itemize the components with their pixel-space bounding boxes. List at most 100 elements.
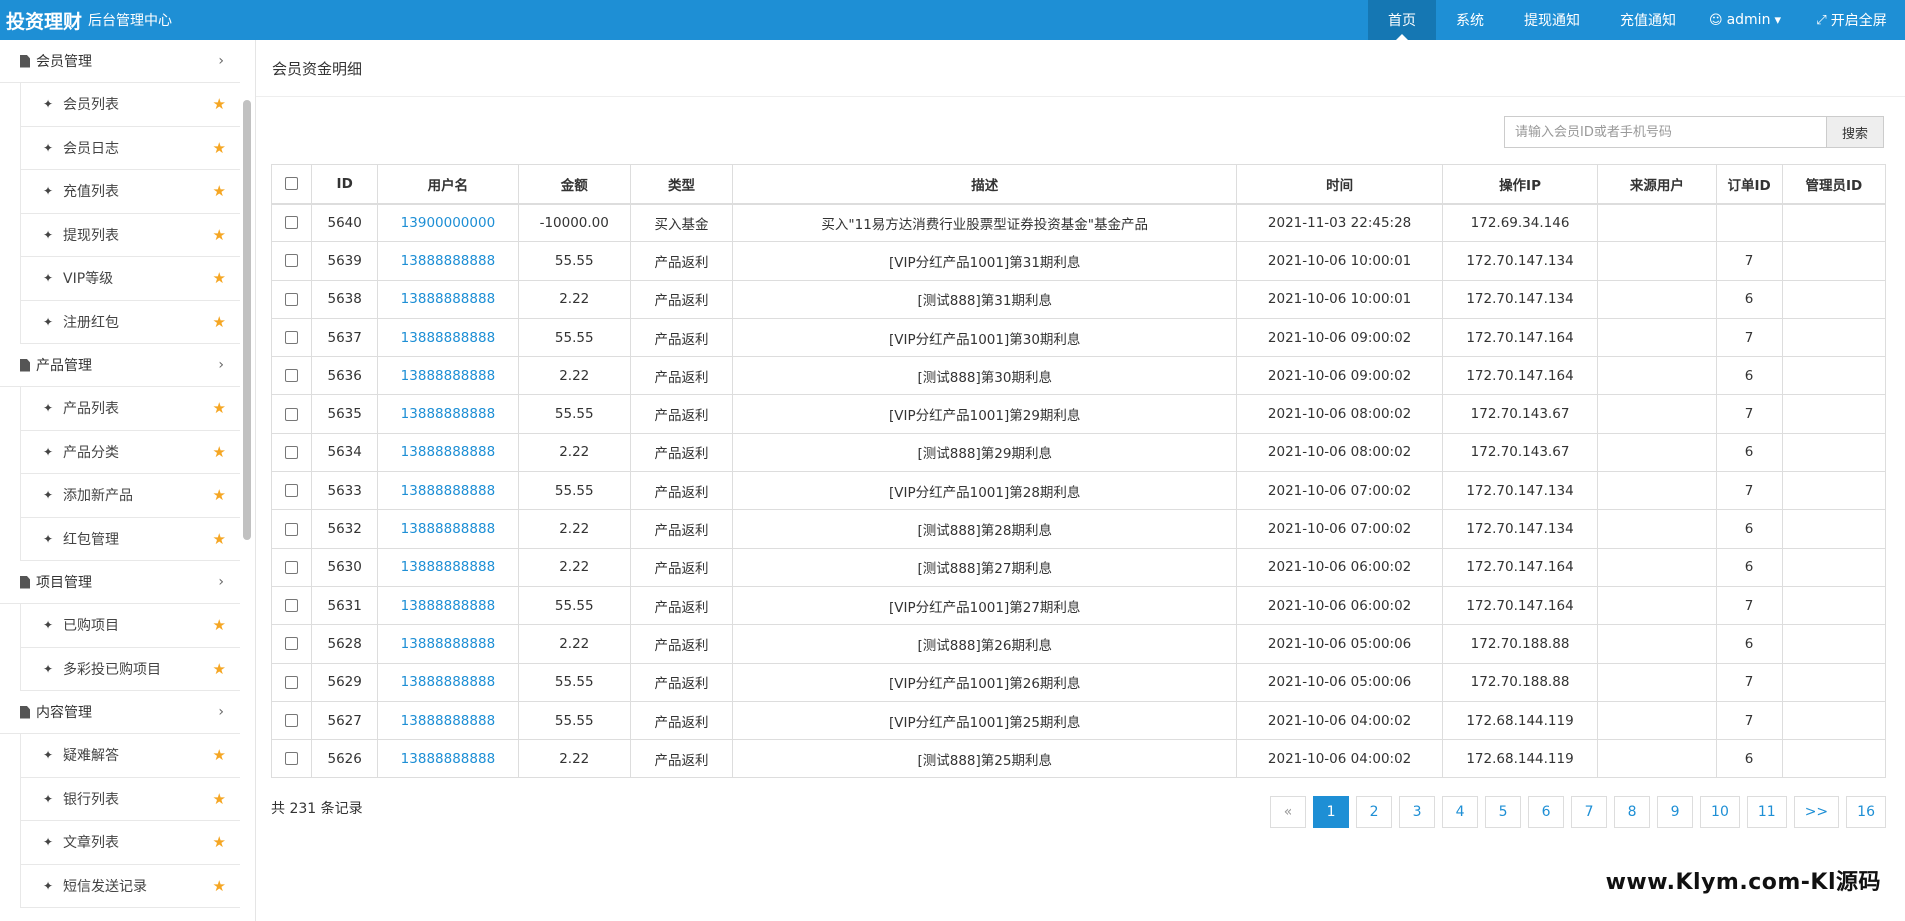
pagination-page[interactable]: 10 <box>1700 796 1740 828</box>
star-icon[interactable]: ★ <box>213 660 226 678</box>
sidebar-item[interactable]: ✦ 文章列表 ★ <box>20 821 240 865</box>
username-link[interactable]: 13888888888 <box>377 662 519 702</box>
table-row: 5640 13900000000 -10000.00 买入基金 买入"11易方达消费行业… <box>270 202 1887 243</box>
row-checkbox[interactable] <box>285 675 299 689</box>
row-checkbox[interactable] <box>285 216 299 230</box>
sidebar-item[interactable]: ✦ 注册红包 ★ <box>20 300 240 344</box>
sidebar-group-0[interactable]: 会员管理 › <box>0 40 240 83</box>
username-link[interactable]: 13888888888 <box>377 624 519 664</box>
sidebar: 会员管理 › ✦ 会员列表 ★ ✦ 会员日志 ★ ✦ 充值列表 ★ ✦ 提现列表 ★ ✦ VIP等级 ★ ✦ 注册红… <box>0 40 256 921</box>
pagination-next[interactable]: >> <box>1793 796 1840 828</box>
topnav-item-0[interactable]: 首页 <box>1368 0 1436 40</box>
star-icon[interactable]: ★ <box>213 833 226 851</box>
star-icon[interactable]: ★ <box>213 399 226 417</box>
star-icon[interactable]: ★ <box>213 226 226 244</box>
row-checkbox[interactable] <box>285 331 299 345</box>
table-cell <box>1597 241 1717 281</box>
row-checkbox[interactable] <box>285 599 299 613</box>
username-link[interactable]: 13888888888 <box>377 509 519 549</box>
star-icon[interactable]: ★ <box>213 139 226 157</box>
star-icon[interactable]: ★ <box>213 182 226 200</box>
table-header-row: ID 用户名 金额 类型 描述 时间 操作IP 来源用户 订单ID 管理员ID <box>270 164 1887 205</box>
sidebar-group-2[interactable]: 项目管理 › <box>0 561 240 604</box>
select-all-checkbox[interactable] <box>285 177 299 191</box>
row-checkbox[interactable] <box>285 254 299 268</box>
sidebar-item[interactable]: ✦ 产品分类 ★ <box>20 430 240 474</box>
sidebar-group-3[interactable]: 内容管理 › <box>0 691 240 734</box>
sidebar-item[interactable]: ✦ 红包管理 ★ <box>20 517 240 561</box>
star-icon[interactable]: ★ <box>213 486 226 504</box>
row-checkbox[interactable] <box>285 637 299 651</box>
row-checkbox[interactable] <box>285 369 299 383</box>
sidebar-item[interactable]: ✦ 疑难解答 ★ <box>20 734 240 778</box>
star-icon[interactable]: ★ <box>213 616 226 634</box>
username-link[interactable]: 13888888888 <box>377 356 519 396</box>
star-icon[interactable]: ★ <box>213 269 226 287</box>
row-checkbox[interactable] <box>285 407 299 421</box>
pagination-page[interactable]: 2 <box>1356 796 1393 828</box>
pagination-page[interactable]: 11 <box>1746 796 1787 828</box>
pagination-page[interactable]: 9 <box>1657 796 1694 828</box>
username-link[interactable]: 13888888888 <box>377 432 519 473</box>
table-cell: 5627 <box>311 700 379 741</box>
sidebar-item[interactable]: ✦ 多彩投已购项目 ★ <box>20 647 240 691</box>
sidebar-item[interactable]: ✦ 已购项目 ★ <box>20 604 240 648</box>
table-cell: 5629 <box>311 662 379 702</box>
username-link[interactable]: 13888888888 <box>377 241 519 281</box>
pagination-prev[interactable]: « <box>1270 796 1307 828</box>
topnav-item-4[interactable]: ☺ admin ▾ <box>1696 0 1798 40</box>
pagination-page[interactable]: 6 <box>1528 796 1565 828</box>
pagination-last[interactable]: 16 <box>1846 796 1886 828</box>
sidebar-item[interactable]: ✦ 添加新产品 ★ <box>20 474 240 518</box>
search-input[interactable] <box>1504 116 1827 148</box>
username-link[interactable]: 13888888888 <box>377 547 519 587</box>
search-button[interactable]: 搜索 <box>1827 116 1884 148</box>
sidebar-item[interactable]: ✦ 充值列表 ★ <box>20 170 240 214</box>
username-link[interactable]: 13888888888 <box>377 585 519 626</box>
username-link[interactable]: 13900000000 <box>377 202 519 243</box>
pagination-page[interactable]: 3 <box>1399 796 1436 828</box>
row-checkbox[interactable] <box>285 445 299 459</box>
star-icon[interactable]: ★ <box>213 313 226 331</box>
username-link[interactable]: 13888888888 <box>377 279 519 319</box>
topnav-item-2[interactable]: 提现通知 <box>1504 0 1600 40</box>
star-icon[interactable]: ★ <box>213 746 226 764</box>
topnav-item-5[interactable]: ⤢ 开启全屏 <box>1798 0 1905 40</box>
sidebar-item-label: 文章列表 <box>63 835 119 852</box>
sidebar-item[interactable]: ✦ VIP等级 ★ <box>20 257 240 301</box>
username-link[interactable]: 13888888888 <box>377 317 519 358</box>
sidebar-group-1[interactable]: 产品管理 › <box>0 344 240 387</box>
pagination-page[interactable]: 7 <box>1571 796 1608 828</box>
sidebar-item[interactable]: ✦ 银行列表 ★ <box>20 777 240 821</box>
username-link[interactable]: 13888888888 <box>377 739 519 779</box>
sidebar-item[interactable]: ✦ 会员日志 ★ <box>20 126 240 170</box>
star-icon[interactable]: ★ <box>213 443 226 461</box>
table-cell: [VIP分红产品1001]第27期利息 <box>732 585 1238 626</box>
star-icon[interactable]: ★ <box>213 877 226 895</box>
row-checkbox[interactable] <box>285 752 299 766</box>
row-checkbox[interactable] <box>285 292 299 306</box>
star-icon[interactable]: ★ <box>213 790 226 808</box>
row-checkbox[interactable] <box>285 522 299 536</box>
star-icon[interactable]: ★ <box>213 95 226 113</box>
username-link[interactable]: 13888888888 <box>377 394 519 434</box>
row-checkbox[interactable] <box>285 714 299 727</box>
username-link[interactable]: 13888888888 <box>377 700 519 741</box>
pagination-page[interactable]: 1 <box>1313 796 1350 828</box>
pagination-page[interactable]: 4 <box>1442 796 1479 828</box>
topnav-item-3[interactable]: 充值通知 <box>1600 0 1696 40</box>
table-cell <box>1597 624 1717 664</box>
star-icon[interactable]: ★ <box>213 530 226 548</box>
username-link[interactable]: 13888888888 <box>377 471 519 511</box>
sidebar-item[interactable]: ✦ 会员列表 ★ <box>20 83 240 127</box>
sidebar-item[interactable]: ✦ 提现列表 ★ <box>20 213 240 257</box>
pagination-page[interactable]: 8 <box>1614 796 1651 828</box>
pagination-page[interactable]: 5 <box>1485 796 1522 828</box>
row-checkbox[interactable] <box>285 484 299 498</box>
topnav-item-1[interactable]: 系统 <box>1436 0 1504 40</box>
row-checkbox[interactable] <box>285 560 299 574</box>
sidebar-item[interactable]: ✦ 短信发送记录 ★ <box>20 864 240 908</box>
sidebar-scrollbar[interactable] <box>243 100 251 540</box>
puzzle-icon: ✦ <box>43 531 54 546</box>
sidebar-item[interactable]: ✦ 产品列表 ★ <box>20 387 240 431</box>
